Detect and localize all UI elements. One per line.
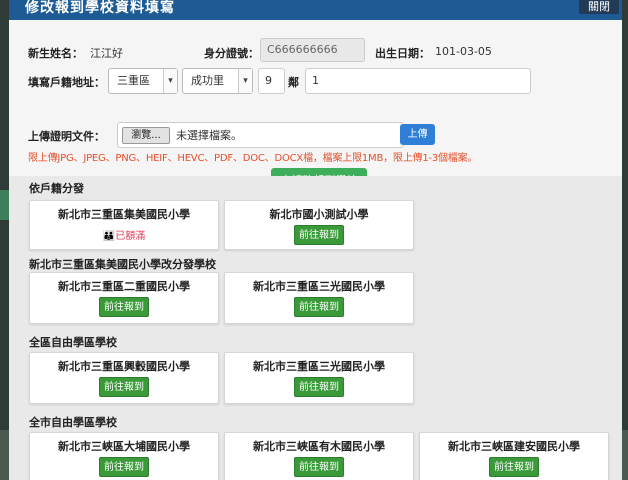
name-value: 江江好 xyxy=(90,47,123,60)
section-reassigned: 新北市三重區集美國民小學改分發學校 新北市三重區二重國民小學 前往報到 新北市三… xyxy=(9,252,622,328)
go-register-button[interactable]: 前往報到 xyxy=(294,297,344,317)
school-name: 新北市國小測試小學 xyxy=(269,208,369,221)
birth-label: 出生日期： xyxy=(375,47,430,60)
village-value: 成功里 xyxy=(191,74,224,87)
school-name: 新北市三重區三光國民小學 xyxy=(253,280,385,293)
file-input[interactable]: 瀏覽... 未選擇檔案。 xyxy=(117,122,404,148)
school-card: 新北市三重區二重國民小學 前往報到 xyxy=(29,272,219,324)
id-field: C666666666 xyxy=(260,38,365,62)
school-card: 新北市三峽區大埔國民小學 前往報到 xyxy=(29,432,219,480)
browse-button[interactable]: 瀏覽... xyxy=(122,127,170,144)
section-title: 全區自由學區學校 xyxy=(29,336,117,349)
full-status: 👪已額滿 xyxy=(30,227,218,242)
address-input[interactable]: 1 xyxy=(305,68,531,94)
modal-title: 修改報到學校資料填寫 xyxy=(25,0,175,16)
chevron-down-icon: ▾ xyxy=(238,69,252,93)
id-label: 身分證號： xyxy=(204,47,259,60)
neighborhood-unit: 鄰 xyxy=(288,76,299,89)
section-title: 全市自由學區學校 xyxy=(29,416,117,429)
school-card: 新北市三重區三光國民小學 前往報到 xyxy=(224,272,414,324)
name-label: 新生姓名： xyxy=(28,47,83,60)
go-register-button[interactable]: 前往報到 xyxy=(294,225,344,245)
school-name: 新北市三重區二重國民小學 xyxy=(58,280,190,293)
modal-header: 修改報到學校資料填寫 關閉 xyxy=(9,0,622,20)
users-icon: 👪 xyxy=(102,231,116,242)
section-title: 依戶籍分發 xyxy=(29,182,84,195)
upload-button[interactable]: 上傳 xyxy=(400,124,435,145)
school-card: 新北市國小測試小學 前往報到 xyxy=(224,200,414,250)
school-card: 新北市三重區集美國民小學 👪已額滿 xyxy=(29,200,219,250)
school-name: 新北市三重區三光國民小學 xyxy=(253,360,385,373)
school-name: 新北市三重區集美國民小學 xyxy=(58,208,190,221)
school-card: 新北市三峽區建安國民小學 前往報到 xyxy=(419,432,609,480)
full-status-text: 已額滿 xyxy=(115,231,146,242)
go-register-button[interactable]: 前往報到 xyxy=(294,457,344,477)
section-district-free: 全區自由學區學校 新北市三重區興穀國民小學 前往報到 新北市三重區三光國民小學 … xyxy=(9,328,622,408)
go-register-button[interactable]: 前往報到 xyxy=(294,377,344,397)
chevron-down-icon: ▾ xyxy=(163,69,177,93)
address-label: 填寫戶籍地址： xyxy=(28,76,105,89)
close-button[interactable]: 關閉 xyxy=(579,0,619,14)
no-file-text: 未選擇檔案。 xyxy=(176,129,242,142)
edit-school-modal: 修改報到學校資料填寫 關閉 新生姓名： 江江好 身分證號： C666666666… xyxy=(9,0,622,480)
school-card: 新北市三重區興穀國民小學 前往報到 xyxy=(29,352,219,404)
go-register-button[interactable]: 前往報到 xyxy=(99,377,149,397)
neighborhood-input[interactable]: 9 xyxy=(258,68,285,94)
go-register-button[interactable]: 前往報到 xyxy=(99,457,149,477)
upload-label: 上傳證明文件： xyxy=(28,130,105,143)
section-household: 依戶籍分發 新北市三重區集美國民小學 👪已額滿 新北市國小測試小學 前往報到 xyxy=(9,176,622,252)
student-form: 新生姓名： 江江好 身分證號： C666666666 出生日期： 101-03-… xyxy=(9,20,622,193)
school-name: 新北市三峽區建安國民小學 xyxy=(448,440,580,453)
school-name: 新北市三峽區有木國民小學 xyxy=(253,440,385,453)
school-card: 新北市三峽區有木國民小學 前往報到 xyxy=(224,432,414,480)
school-name: 新北市三重區興穀國民小學 xyxy=(58,360,190,373)
district-value: 三重區 xyxy=(117,74,150,87)
section-title: 新北市三重區集美國民小學改分發學校 xyxy=(29,258,216,271)
birth-value: 101-03-05 xyxy=(435,45,492,58)
school-card: 新北市三重區三光國民小學 前往報到 xyxy=(224,352,414,404)
go-register-button[interactable]: 前往報到 xyxy=(99,297,149,317)
school-name: 新北市三峽區大埔國民小學 xyxy=(58,440,190,453)
upload-warning: 限上傳JPG、JPEG、PNG、HEIF、HEVC、PDF、DOC、DOCX檔，… xyxy=(28,153,478,164)
district-select[interactable]: 三重區 ▾ xyxy=(108,68,178,94)
village-select[interactable]: 成功里 ▾ xyxy=(182,68,253,94)
section-city-free: 全市自由學區學校 新北市三峽區大埔國民小學 前往報到 新北市三峽區有木國民小學 … xyxy=(9,408,622,480)
go-register-button[interactable]: 前往報到 xyxy=(489,457,539,477)
